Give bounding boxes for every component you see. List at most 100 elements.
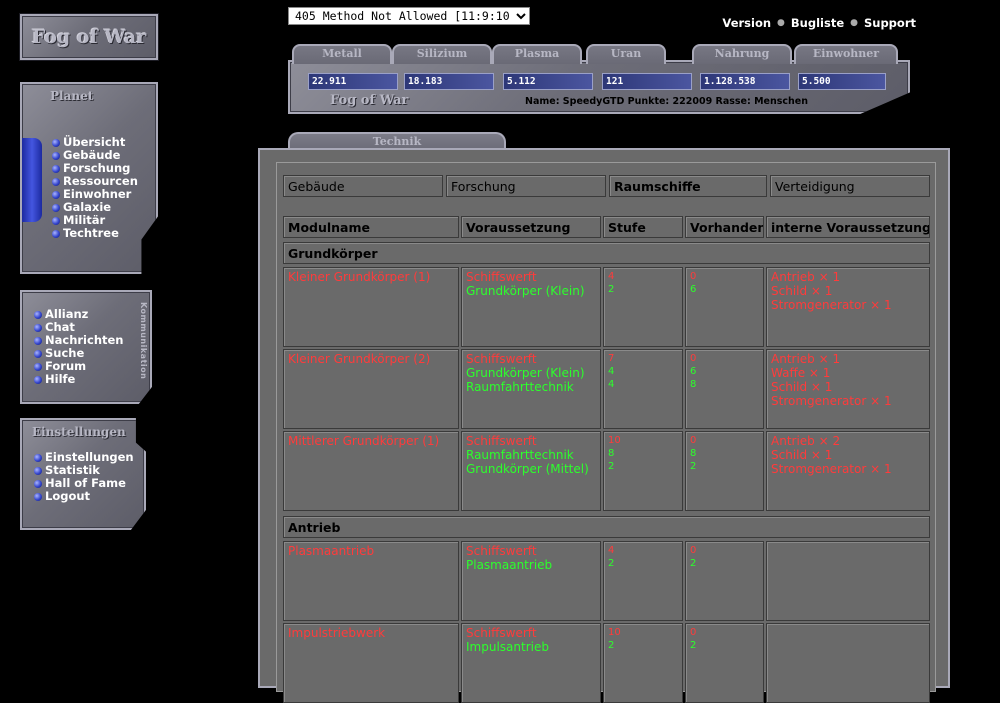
bullet-icon <box>52 203 60 212</box>
bullet-icon <box>52 177 60 186</box>
resource-tab-einwohner: Einwohner <box>794 44 898 64</box>
resource-tab-nahrung: Nahrung <box>692 44 792 64</box>
vorhanden-item: 6 <box>690 284 697 295</box>
module-intern <box>766 541 930 621</box>
resource-value-einwohner: 5.500 <box>798 73 886 90</box>
module-stufe: 4 2 <box>603 541 683 621</box>
module-requirements: Schiffswerft Impulsantrieb <box>461 623 601 703</box>
bullet-icon <box>34 336 42 345</box>
nav-raumschiffe[interactable]: Raumschiffe <box>609 175 767 197</box>
nav-verteidigung[interactable]: Verteidigung <box>770 175 930 197</box>
tech-table: Gebäude Forschung Raumschiffe Verteidigu… <box>276 162 936 703</box>
planet-panel-accent <box>22 138 42 222</box>
column-modulname: Modulname <box>283 216 459 238</box>
req-item: Raumfahrttechnik <box>466 448 574 462</box>
support-link[interactable]: Support <box>864 16 916 30</box>
module-name: Kleiner Grundkörper (2) <box>283 349 459 429</box>
bullet-icon <box>34 323 42 332</box>
vorhanden-item: 0 <box>690 353 697 364</box>
bullet-icon <box>52 190 60 199</box>
intern-item: Antrieb × 1 <box>771 270 841 284</box>
menu-item-hilfe[interactable]: Hilfe <box>34 373 124 386</box>
stufe-item: 4 <box>608 545 615 556</box>
separator-dot-icon: ● <box>850 18 858 28</box>
stufe-item: 2 <box>608 284 615 295</box>
vorhanden-item: 0 <box>690 435 697 446</box>
module-vorhanden: 0 6 <box>685 267 764 347</box>
req-item: Schiffswerft <box>466 544 537 558</box>
stufe-item: 2 <box>608 461 615 472</box>
req-item: Schiffswerft <box>466 270 537 284</box>
nav-gebaude[interactable]: Gebäude <box>283 175 443 197</box>
vorhanden-item: 6 <box>690 366 697 377</box>
bullet-icon <box>34 466 42 475</box>
vorhanden-item: 0 <box>690 545 697 556</box>
req-item: Grundkörper (Klein) <box>466 366 585 380</box>
settings-menu: Einstellungen Statistik Hall of Fame Log… <box>34 451 134 503</box>
req-item: Schiffswerft <box>466 352 537 366</box>
bullet-icon <box>52 164 60 173</box>
module-requirements: Schiffswerft Grundkörper (Klein) Raumfah… <box>461 349 601 429</box>
module-name: Plasmaantrieb <box>283 541 459 621</box>
module-name: Impulstriebwerk <box>283 623 459 703</box>
module-requirements: Schiffswerft Raumfahrttechnik Grundkörpe… <box>461 431 601 511</box>
module-stufe: 10 2 <box>603 623 683 703</box>
req-item: Grundkörper (Klein) <box>466 284 585 298</box>
stufe-item: 10 <box>608 627 621 638</box>
bullet-icon <box>52 216 60 225</box>
resource-value-metall: 22.911 <box>308 73 398 90</box>
req-item: Impulsantrieb <box>466 640 549 654</box>
bullet-icon <box>34 349 42 358</box>
intern-item: Stromgenerator × 1 <box>771 298 892 312</box>
module-intern <box>766 623 930 703</box>
intern-item: Schild × 1 <box>771 284 833 298</box>
resource-value-silizium: 18.183 <box>404 73 494 90</box>
stufe-item: 4 <box>608 379 615 390</box>
server-select[interactable]: 405 Method Not Allowed [11:9:10:8] <box>288 7 530 25</box>
module-stufe: 10 8 2 <box>603 431 683 511</box>
stufe-item: 4 <box>608 366 615 377</box>
resource-value-plasma: 5.112 <box>503 73 593 90</box>
resource-bar-logo: Fog of War <box>330 93 409 108</box>
resource-value-nahrung: 1.128.538 <box>700 73 790 90</box>
stufe-item: 10 <box>608 435 621 446</box>
module-stufe: 7 4 4 <box>603 349 683 429</box>
resource-tab-plasma: Plasma <box>492 44 582 64</box>
stufe-item: 4 <box>608 271 615 282</box>
bullet-icon <box>52 151 60 160</box>
bullet-icon <box>34 310 42 319</box>
module-requirements: Schiffswerft Plasmaantrieb <box>461 541 601 621</box>
version-link[interactable]: Version <box>722 16 771 30</box>
bullet-icon <box>34 453 42 462</box>
vorhanden-item: 0 <box>690 271 697 282</box>
intern-item: Stromgenerator × 1 <box>771 394 892 408</box>
menu-item-logout[interactable]: Logout <box>34 490 134 503</box>
vorhanden-item: 8 <box>690 379 697 390</box>
module-name: Mittlerer Grundkörper (1) <box>283 431 459 511</box>
column-voraussetzung: Voraussetzung <box>461 216 601 238</box>
top-links: Version ● Bugliste ● Support <box>722 16 916 30</box>
bugliste-link[interactable]: Bugliste <box>791 16 844 30</box>
intern-item: Schild × 1 <box>771 448 833 462</box>
bullet-icon <box>52 138 60 147</box>
req-item: Grundkörper (Mittel) <box>466 462 589 476</box>
nav-forschung[interactable]: Forschung <box>446 175 606 197</box>
column-vorhanden: Vorhanden <box>685 216 764 238</box>
req-item: Schiffswerft <box>466 434 537 448</box>
planet-menu: Übersicht Gebäude Forschung Ressourcen E… <box>52 136 138 240</box>
req-item: Plasmaantrieb <box>466 558 553 572</box>
communication-menu: Allianz Chat Nachrichten Suche Forum Hil… <box>34 308 124 386</box>
menu-item-techtree[interactable]: Techtree <box>52 227 138 240</box>
intern-item: Antrieb × 1 <box>771 352 841 366</box>
communication-panel: Allianz Chat Nachrichten Suche Forum Hil… <box>20 290 152 404</box>
vorhanden-item: 2 <box>690 558 697 569</box>
settings-panel-title: Einstellungen <box>32 425 126 439</box>
game-logo[interactable]: Fog of War <box>20 14 158 60</box>
planet-panel-title: Planet <box>50 89 94 103</box>
module-stufe: 4 2 <box>603 267 683 347</box>
stufe-item: 7 <box>608 353 615 364</box>
resource-tab-uran: Uran <box>586 44 666 64</box>
bullet-icon <box>34 492 42 501</box>
resource-tab-metall: Metall <box>292 44 392 64</box>
bullet-icon <box>52 229 60 238</box>
